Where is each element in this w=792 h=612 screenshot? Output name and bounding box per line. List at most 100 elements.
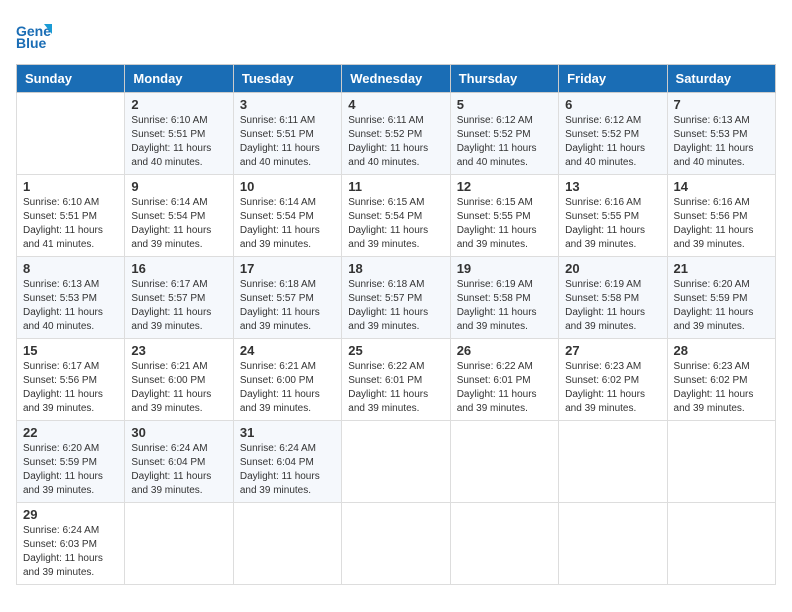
day-info: Sunrise: 6:24 AM Sunset: 6:04 PM Dayligh… (240, 442, 335, 498)
day-info: Sunrise: 6:24 AM Sunset: 6:04 PM Dayligh… (131, 442, 226, 498)
day-number: 5 (457, 97, 552, 112)
day-info: Sunrise: 6:10 AM Sunset: 5:51 PM Dayligh… (23, 196, 118, 252)
day-number: 22 (23, 425, 118, 440)
day-info: Sunrise: 6:17 AM Sunset: 5:56 PM Dayligh… (23, 360, 118, 416)
logo: General Blue (16, 16, 56, 52)
svg-text:Blue: Blue (16, 35, 47, 51)
day-info: Sunrise: 6:21 AM Sunset: 6:00 PM Dayligh… (131, 360, 226, 416)
day-info: Sunrise: 6:13 AM Sunset: 5:53 PM Dayligh… (23, 278, 118, 334)
header-sunday: Sunday (17, 65, 125, 93)
calendar-cell: 24 Sunrise: 6:21 AM Sunset: 6:00 PM Dayli… (233, 339, 341, 421)
header-monday: Monday (125, 65, 233, 93)
day-number: 11 (348, 179, 443, 194)
calendar-cell: 14Sunrise: 6:16 AM Sunset: 5:56 PM Dayli… (667, 175, 775, 257)
day-number: 23 (131, 343, 226, 358)
calendar-cell: 2 Sunrise: 6:10 AM Sunset: 5:51 PM Daylig… (125, 93, 233, 175)
calendar-cell: 6 Sunrise: 6:12 AM Sunset: 5:52 PM Daylig… (559, 93, 667, 175)
calendar-cell (667, 503, 775, 585)
day-number: 3 (240, 97, 335, 112)
day-info: Sunrise: 6:12 AM Sunset: 5:52 PM Dayligh… (457, 114, 552, 170)
day-info: Sunrise: 6:11 AM Sunset: 5:52 PM Dayligh… (348, 114, 443, 170)
calendar-cell: 28 Sunrise: 6:23 AM Sunset: 6:02 PM Dayli… (667, 339, 775, 421)
calendar-cell: 4 Sunrise: 6:11 AM Sunset: 5:52 PM Daylig… (342, 93, 450, 175)
calendar-week-3: 15 Sunrise: 6:17 AM Sunset: 5:56 PM Dayli… (17, 339, 776, 421)
calendar-week-5: 29 Sunrise: 6:24 AM Sunset: 6:03 PM Dayli… (17, 503, 776, 585)
header-friday: Friday (559, 65, 667, 93)
header-tuesday: Tuesday (233, 65, 341, 93)
day-number: 9 (131, 179, 226, 194)
day-info: Sunrise: 6:10 AM Sunset: 5:51 PM Dayligh… (131, 114, 226, 170)
calendar-cell (450, 503, 558, 585)
day-number: 12 (457, 179, 552, 194)
calendar-cell: 19Sunrise: 6:19 AM Sunset: 5:58 PM Dayli… (450, 257, 558, 339)
calendar-cell: 27 Sunrise: 6:23 AM Sunset: 6:02 PM Dayli… (559, 339, 667, 421)
day-info: Sunrise: 6:12 AM Sunset: 5:52 PM Dayligh… (565, 114, 660, 170)
header-wednesday: Wednesday (342, 65, 450, 93)
calendar-cell: 29 Sunrise: 6:24 AM Sunset: 6:03 PM Dayli… (17, 503, 125, 585)
day-number: 28 (674, 343, 769, 358)
day-info: Sunrise: 6:19 AM Sunset: 5:58 PM Dayligh… (565, 278, 660, 334)
day-info: Sunrise: 6:18 AM Sunset: 5:57 PM Dayligh… (240, 278, 335, 334)
page-header: General Blue (16, 16, 776, 52)
calendar-cell (450, 421, 558, 503)
day-number: 4 (348, 97, 443, 112)
calendar-cell: 17Sunrise: 6:18 AM Sunset: 5:57 PM Dayli… (233, 257, 341, 339)
calendar-cell (233, 503, 341, 585)
day-number: 29 (23, 507, 118, 522)
calendar-cell: 22Sunrise: 6:20 AM Sunset: 5:59 PM Dayli… (17, 421, 125, 503)
day-number: 27 (565, 343, 660, 358)
day-number: 24 (240, 343, 335, 358)
day-info: Sunrise: 6:17 AM Sunset: 5:57 PM Dayligh… (131, 278, 226, 334)
calendar-cell (559, 421, 667, 503)
calendar-header-row: SundayMondayTuesdayWednesdayThursdayFrid… (17, 65, 776, 93)
calendar-cell: 18Sunrise: 6:18 AM Sunset: 5:57 PM Dayli… (342, 257, 450, 339)
day-info: Sunrise: 6:16 AM Sunset: 5:56 PM Dayligh… (674, 196, 769, 252)
day-number: 1 (23, 179, 118, 194)
calendar-week-2: 8Sunrise: 6:13 AM Sunset: 5:53 PM Daylig… (17, 257, 776, 339)
day-number: 26 (457, 343, 552, 358)
day-info: Sunrise: 6:24 AM Sunset: 6:03 PM Dayligh… (23, 524, 118, 580)
day-info: Sunrise: 6:14 AM Sunset: 5:54 PM Dayligh… (240, 196, 335, 252)
logo-icon: General Blue (16, 16, 52, 52)
day-info: Sunrise: 6:13 AM Sunset: 5:53 PM Dayligh… (674, 114, 769, 170)
calendar-cell: 11 Sunrise: 6:15 AM Sunset: 5:54 PM Dayli… (342, 175, 450, 257)
calendar-cell: 15 Sunrise: 6:17 AM Sunset: 5:56 PM Dayli… (17, 339, 125, 421)
calendar-cell (559, 503, 667, 585)
day-info: Sunrise: 6:22 AM Sunset: 6:01 PM Dayligh… (457, 360, 552, 416)
day-info: Sunrise: 6:23 AM Sunset: 6:02 PM Dayligh… (674, 360, 769, 416)
calendar-week-1: 1 Sunrise: 6:10 AM Sunset: 5:51 PM Daylig… (17, 175, 776, 257)
calendar-table: SundayMondayTuesdayWednesdayThursdayFrid… (16, 64, 776, 585)
calendar-cell: 25Sunrise: 6:22 AM Sunset: 6:01 PM Dayli… (342, 339, 450, 421)
day-number: 20 (565, 261, 660, 276)
calendar-cell: 20 Sunrise: 6:19 AM Sunset: 5:58 PM Dayli… (559, 257, 667, 339)
day-info: Sunrise: 6:16 AM Sunset: 5:55 PM Dayligh… (565, 196, 660, 252)
calendar-cell: 16 Sunrise: 6:17 AM Sunset: 5:57 PM Dayli… (125, 257, 233, 339)
calendar-cell (342, 421, 450, 503)
day-info: Sunrise: 6:15 AM Sunset: 5:54 PM Dayligh… (348, 196, 443, 252)
day-number: 18 (348, 261, 443, 276)
day-number: 15 (23, 343, 118, 358)
header-saturday: Saturday (667, 65, 775, 93)
calendar-cell: 23 Sunrise: 6:21 AM Sunset: 6:00 PM Dayli… (125, 339, 233, 421)
day-number: 31 (240, 425, 335, 440)
calendar-cell: 21Sunrise: 6:20 AM Sunset: 5:59 PM Dayli… (667, 257, 775, 339)
calendar-cell: 5 Sunrise: 6:12 AM Sunset: 5:52 PM Daylig… (450, 93, 558, 175)
calendar-cell (667, 421, 775, 503)
day-number: 6 (565, 97, 660, 112)
calendar-cell: 10Sunrise: 6:14 AM Sunset: 5:54 PM Dayli… (233, 175, 341, 257)
day-number: 2 (131, 97, 226, 112)
calendar-cell: 8Sunrise: 6:13 AM Sunset: 5:53 PM Daylig… (17, 257, 125, 339)
day-info: Sunrise: 6:20 AM Sunset: 5:59 PM Dayligh… (674, 278, 769, 334)
calendar-cell: 12Sunrise: 6:15 AM Sunset: 5:55 PM Dayli… (450, 175, 558, 257)
day-number: 13 (565, 179, 660, 194)
calendar-cell: 13 Sunrise: 6:16 AM Sunset: 5:55 PM Dayli… (559, 175, 667, 257)
day-number: 30 (131, 425, 226, 440)
calendar-cell: 9Sunrise: 6:14 AM Sunset: 5:54 PM Daylig… (125, 175, 233, 257)
day-info: Sunrise: 6:23 AM Sunset: 6:02 PM Dayligh… (565, 360, 660, 416)
header-thursday: Thursday (450, 65, 558, 93)
day-info: Sunrise: 6:21 AM Sunset: 6:00 PM Dayligh… (240, 360, 335, 416)
day-info: Sunrise: 6:11 AM Sunset: 5:51 PM Dayligh… (240, 114, 335, 170)
day-number: 16 (131, 261, 226, 276)
calendar-cell: 26 Sunrise: 6:22 AM Sunset: 6:01 PM Dayli… (450, 339, 558, 421)
day-info: Sunrise: 6:22 AM Sunset: 6:01 PM Dayligh… (348, 360, 443, 416)
